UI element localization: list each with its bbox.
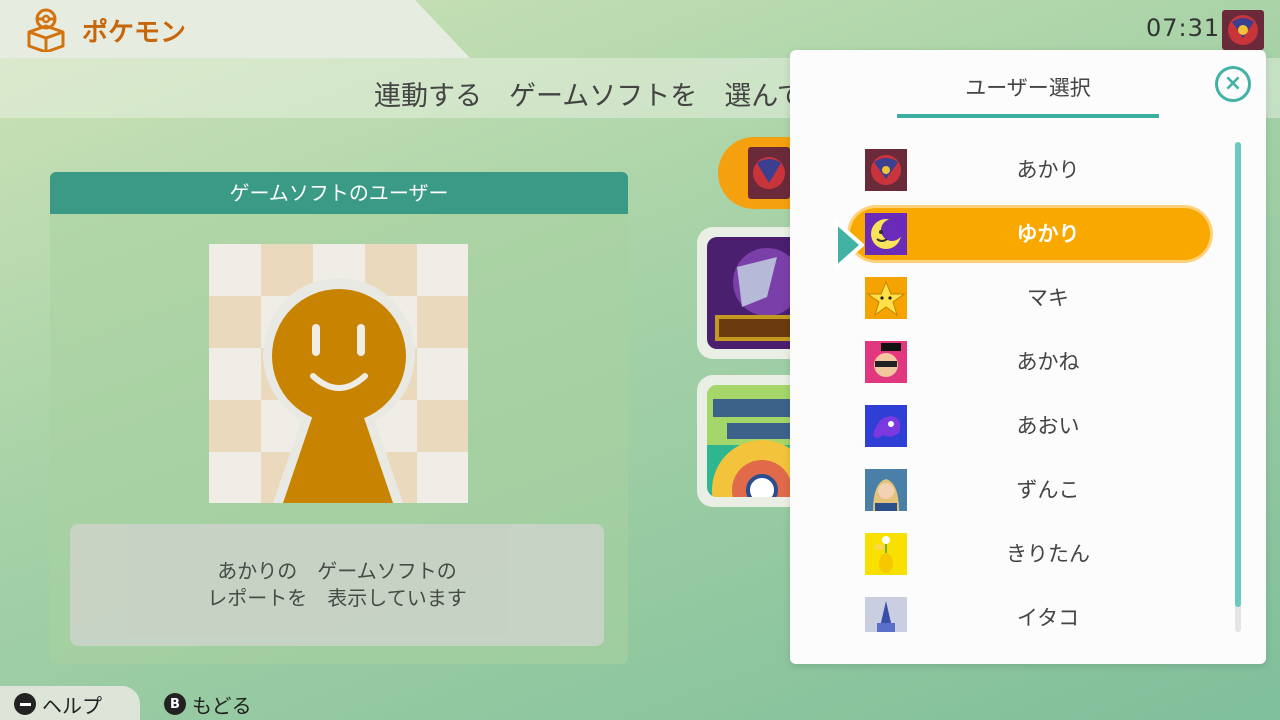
back-button[interactable]: B もどる (164, 690, 252, 718)
help-button[interactable]: ヘルプ (14, 690, 102, 718)
octoling-blue-avatar-icon (865, 405, 907, 447)
user-row-maki[interactable]: マキ (850, 272, 1210, 324)
user-row-kiritan[interactable]: きりたん (850, 528, 1210, 580)
user-row-akane[interactable]: あかね (850, 336, 1210, 388)
user-name: ずんこ (1016, 478, 1080, 502)
pikmin-yellow-avatar-icon (865, 533, 907, 575)
zelda-avatar-icon (865, 469, 907, 511)
close-button[interactable]: × (1215, 66, 1251, 102)
user-list: あかり ゆかり マキ あかね あおい ずんこ きりたん イタコ (790, 140, 1266, 632)
back-label: もどる (192, 693, 252, 718)
user-name: きりたん (1006, 542, 1090, 566)
castle-avatar-icon (865, 597, 907, 632)
user-name: あかり (1016, 158, 1080, 182)
super-star-avatar-icon (865, 277, 907, 319)
pokemon-home-app-icon (27, 8, 65, 52)
message-line-1: あかりの ゲームソフトの (217, 559, 457, 583)
default-user-avatar-icon (209, 244, 468, 503)
help-label: ヘルプ (42, 693, 102, 718)
user-name: マキ (1027, 286, 1069, 310)
user-name: イタコ (1016, 606, 1080, 630)
inkling-pink-avatar-icon (865, 341, 907, 383)
scrollbar-thumb[interactable] (1235, 142, 1241, 607)
user-select-title: ユーザー選択 (965, 76, 1091, 100)
koraidon-avatar-icon (1222, 10, 1264, 50)
instruction-text: 連動する ゲームソフトを 選んで (374, 81, 804, 112)
report-message-box: あかりの ゲームソフトの レポートを 表示しています (70, 524, 604, 646)
moon-face-avatar-icon (865, 213, 907, 255)
user-name: あかね (1016, 350, 1080, 374)
clock: 07:31 (1146, 14, 1221, 42)
message-line-2: レポートを 表示しています (207, 586, 467, 610)
current-user-avatar[interactable] (1222, 10, 1264, 50)
minus-button-icon (14, 693, 36, 715)
koraidon-avatar-icon (865, 149, 907, 191)
b-button-icon: B (164, 693, 186, 715)
selection-cursor-icon (834, 220, 864, 270)
panel-header: ゲームソフトのユーザー (50, 172, 628, 214)
close-icon: × (1223, 71, 1243, 96)
app-title-tab (0, 0, 470, 58)
user-name: ゆかり (1016, 222, 1080, 246)
user-row-itako[interactable]: イタコ (850, 592, 1210, 632)
user-row-zunko[interactable]: ずんこ (850, 464, 1210, 516)
user-row-aoi[interactable]: あおい (850, 400, 1210, 452)
game-user-panel: ゲームソフトのユーザー あかりの ゲームソフトの レポートを 表示しています (50, 172, 628, 664)
user-name: あおい (1016, 414, 1080, 438)
app-title: ポケモン (82, 18, 187, 48)
user-row-yukari[interactable]: ゆかり (850, 208, 1210, 260)
user-select-panel: ユーザー選択 × あかり ゆかり マキ あかね あおい ずんこ きりたん イタコ (790, 50, 1266, 664)
user-row-akari[interactable]: あかり (850, 144, 1210, 196)
title-underline (897, 114, 1159, 118)
koraidon-avatar-icon (748, 147, 790, 199)
